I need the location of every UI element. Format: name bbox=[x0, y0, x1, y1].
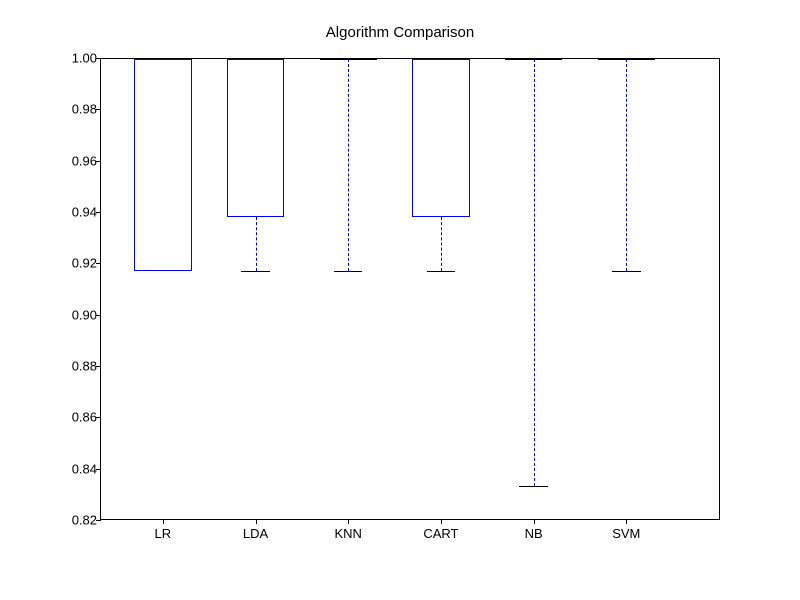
x-tick-mark bbox=[626, 519, 627, 524]
x-tick-label: SVM bbox=[612, 526, 640, 541]
x-tick-mark bbox=[256, 519, 257, 524]
cap-knn-low bbox=[334, 271, 362, 272]
x-tick-mark bbox=[441, 519, 442, 524]
y-tick-label: 1.00 bbox=[72, 51, 97, 66]
y-tick-label: 0.86 bbox=[72, 410, 97, 425]
y-tick-label: 0.82 bbox=[72, 513, 97, 528]
x-tick-label: LR bbox=[154, 526, 171, 541]
chart-container: Algorithm Comparison 0.82 0.84 0.86 0.88… bbox=[0, 0, 800, 600]
box-svm-collapsed bbox=[598, 59, 655, 60]
whisker-cart-low bbox=[441, 217, 442, 271]
y-tick-label: 0.90 bbox=[72, 307, 97, 322]
x-tick-label: CART bbox=[423, 526, 458, 541]
box-cart bbox=[412, 59, 469, 217]
y-tick-label: 0.98 bbox=[72, 102, 97, 117]
y-tick-label: 0.84 bbox=[72, 461, 97, 476]
x-tick-label: LDA bbox=[243, 526, 268, 541]
cap-cart-low bbox=[427, 271, 455, 272]
box-lr bbox=[134, 59, 191, 271]
box-lda bbox=[227, 59, 284, 217]
x-tick-mark bbox=[534, 519, 535, 524]
y-tick-label: 0.94 bbox=[72, 204, 97, 219]
cap-lda-low bbox=[241, 271, 269, 272]
x-tick-label: NB bbox=[525, 526, 543, 541]
box-nb-collapsed bbox=[505, 59, 562, 60]
plot-area: LR LDA KNN CART NB SVM bbox=[100, 58, 720, 520]
cap-nb-low bbox=[519, 486, 547, 487]
whisker-lda-low bbox=[256, 217, 257, 271]
x-tick-label: KNN bbox=[334, 526, 361, 541]
cap-svm-low bbox=[612, 271, 640, 272]
box-knn-collapsed bbox=[320, 59, 377, 60]
x-tick-mark bbox=[348, 519, 349, 524]
whisker-nb-low bbox=[534, 59, 535, 486]
y-tick-label: 0.88 bbox=[72, 359, 97, 374]
y-axis: 0.82 0.84 0.86 0.88 0.90 0.92 0.94 0.96 … bbox=[0, 58, 100, 520]
x-tick-mark bbox=[163, 519, 164, 524]
y-tick-mark bbox=[96, 520, 101, 521]
whisker-knn-low bbox=[348, 59, 349, 271]
y-tick-label: 0.92 bbox=[72, 256, 97, 271]
chart-title: Algorithm Comparison bbox=[326, 24, 474, 41]
y-tick-label: 0.96 bbox=[72, 153, 97, 168]
whisker-svm-low bbox=[626, 59, 627, 271]
